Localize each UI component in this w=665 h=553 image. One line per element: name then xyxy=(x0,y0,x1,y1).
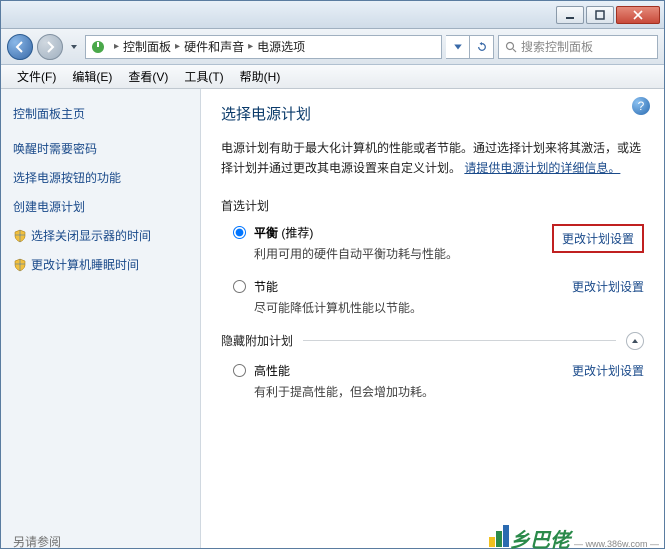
shield-icon xyxy=(13,258,27,272)
plan-balanced: 平衡 (推荐) 利用可用的硬件自动平衡功耗与性能。 更改计划设置 xyxy=(221,224,644,262)
divider xyxy=(303,340,616,341)
breadcrumb-power-options[interactable]: 电源选项 xyxy=(257,38,305,55)
chevron-right-icon: ▸ xyxy=(114,41,119,52)
window: ▸ 控制面板 ▸ 硬件和声音 ▸ 电源选项 搜索控制面板 文件(F) 编辑(E)… xyxy=(0,0,665,549)
plan-saver-radio[interactable] xyxy=(233,280,246,293)
sidebar-link-label: 更改计算机睡眠时间 xyxy=(31,256,139,273)
body: 控制面板主页 唤醒时需要密码 选择电源按钮的功能 创建电源计划 选择关闭显示器的… xyxy=(1,89,664,548)
plan-saver-desc: 尽可能降低计算机性能以节能。 xyxy=(254,299,560,316)
search-input[interactable]: 搜索控制面板 xyxy=(498,35,658,59)
menu-file[interactable]: 文件(F) xyxy=(9,65,64,88)
nav-history-dropdown[interactable] xyxy=(67,36,81,58)
search-icon xyxy=(505,41,517,53)
chevron-right-icon: ▸ xyxy=(175,41,180,52)
plan-high-name: 高性能 xyxy=(254,364,290,378)
address-dropdown-button[interactable] xyxy=(446,35,470,59)
address-actions xyxy=(446,35,494,59)
navbar: ▸ 控制面板 ▸ 硬件和声音 ▸ 电源选项 搜索控制面板 xyxy=(1,29,664,65)
minimize-button[interactable] xyxy=(556,6,584,24)
plan-balanced-recommended: (推荐) xyxy=(278,226,313,240)
shield-icon xyxy=(13,229,27,243)
sidebar-link-label: 选择关闭显示器的时间 xyxy=(31,227,151,244)
page-description: 电源计划有助于最大化计算机的性能或者节能。通过选择计划来将其激活，或选择计划并通… xyxy=(221,138,644,179)
menu-tools[interactable]: 工具(T) xyxy=(176,65,231,88)
plan-high-performance: 高性能 有利于提高性能，但会增加功耗。 更改计划设置 xyxy=(221,362,644,400)
see-also-heading: 另请参阅 xyxy=(13,533,188,548)
sidebar-link-create-plan[interactable]: 创建电源计划 xyxy=(13,198,188,215)
hidden-plans-label: 隐藏附加计划 xyxy=(221,332,293,349)
breadcrumb-control-panel[interactable]: 控制面板 xyxy=(123,38,171,55)
sidebar-home-link[interactable]: 控制面板主页 xyxy=(13,105,188,122)
menu-edit[interactable]: 编辑(E) xyxy=(64,65,120,88)
menu-help[interactable]: 帮助(H) xyxy=(232,65,289,88)
sidebar-link-display-off[interactable]: 选择关闭显示器的时间 xyxy=(13,227,188,244)
address-bar[interactable]: ▸ 控制面板 ▸ 硬件和声音 ▸ 电源选项 xyxy=(85,35,442,59)
plan-high-radio[interactable] xyxy=(233,364,246,377)
plan-balanced-radio[interactable] xyxy=(233,226,246,239)
plan-saver: 节能 尽可能降低计算机性能以节能。 更改计划设置 xyxy=(221,278,644,316)
sidebar-link-power-button[interactable]: 选择电源按钮的功能 xyxy=(13,169,188,186)
power-icon xyxy=(90,39,106,55)
main-panel: ? 选择电源计划 电源计划有助于最大化计算机的性能或者节能。通过选择计划来将其激… xyxy=(201,89,664,548)
maximize-button[interactable] xyxy=(586,6,614,24)
plan-saver-name: 节能 xyxy=(254,280,278,294)
plan-balanced-desc: 利用可用的硬件自动平衡功耗与性能。 xyxy=(254,245,540,262)
refresh-button[interactable] xyxy=(470,35,494,59)
plan-balanced-name: 平衡 xyxy=(254,226,278,240)
plan-balanced-change-link[interactable]: 更改计划设置 xyxy=(552,224,644,253)
collapse-button[interactable] xyxy=(626,332,644,350)
titlebar xyxy=(1,1,664,29)
back-button[interactable] xyxy=(7,34,33,60)
search-placeholder: 搜索控制面板 xyxy=(521,38,593,55)
hidden-plans-header: 隐藏附加计划 xyxy=(221,332,644,350)
close-button[interactable] xyxy=(616,6,660,24)
sidebar-link-sleep-time[interactable]: 更改计算机睡眠时间 xyxy=(13,256,188,273)
forward-button[interactable] xyxy=(37,34,63,60)
plan-high-change-link[interactable]: 更改计划设置 xyxy=(572,362,644,379)
sidebar: 控制面板主页 唤醒时需要密码 选择电源按钮的功能 创建电源计划 选择关闭显示器的… xyxy=(1,89,201,548)
desc-more-link[interactable]: 请提供电源计划的详细信息。 xyxy=(464,161,620,175)
plan-high-desc: 有利于提高性能，但会增加功耗。 xyxy=(254,383,560,400)
menu-view[interactable]: 查看(V) xyxy=(120,65,176,88)
breadcrumb-hardware-sound[interactable]: 硬件和声音 xyxy=(184,38,244,55)
preferred-plans-label: 首选计划 xyxy=(221,197,644,214)
page-title: 选择电源计划 xyxy=(221,103,644,124)
sidebar-link-require-password[interactable]: 唤醒时需要密码 xyxy=(13,140,188,157)
help-icon[interactable]: ? xyxy=(632,97,650,115)
menubar: 文件(F) 编辑(E) 查看(V) 工具(T) 帮助(H) xyxy=(1,65,664,89)
plan-saver-change-link[interactable]: 更改计划设置 xyxy=(572,278,644,295)
chevron-right-icon: ▸ xyxy=(248,41,253,52)
